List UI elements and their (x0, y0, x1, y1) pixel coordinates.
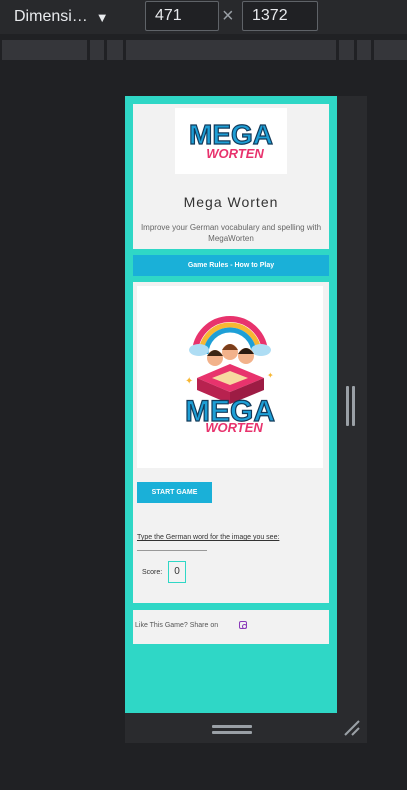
svg-text:WORTEN: WORTEN (206, 146, 264, 161)
answer-input[interactable] (137, 543, 207, 551)
score-label: Score: (142, 569, 163, 576)
bottom-resize-handle[interactable] (212, 725, 252, 735)
svg-text:WORTEN: WORTEN (205, 420, 263, 435)
device-toolbar: Dimensi… ▼ 471 × 1372 (0, 0, 407, 34)
device-select-label: Dimensi… (14, 8, 88, 25)
media-query-segment[interactable] (2, 40, 87, 60)
game-illustration: ✦ ✦ MEGA WORTEN (137, 286, 323, 468)
svg-text:✦: ✦ (185, 376, 193, 387)
device-dimensions-select[interactable]: Dimensi… ▼ (14, 6, 109, 28)
device-viewport: MEGA WORTEN Mega Worten Improve your Ger… (125, 96, 337, 713)
height-input[interactable]: 1372 (242, 1, 318, 31)
score-value: 0 (168, 561, 186, 583)
game-rules-button[interactable]: Game Rules - How to Play (133, 255, 329, 276)
game-card: ✦ ✦ MEGA WORTEN START GAME Type the Germ… (133, 282, 329, 603)
media-query-segment[interactable] (357, 40, 371, 60)
megaworten-logo: MEGA WORTEN (175, 108, 287, 174)
word-prompt: Type the German word for the image you s… (137, 534, 280, 541)
site-title: Mega Worten (183, 194, 279, 210)
header-card: MEGA WORTEN Mega Worten Improve your Ger… (133, 104, 329, 249)
instagram-icon[interactable] (239, 621, 247, 629)
media-query-segment[interactable] (107, 40, 123, 60)
times-icon: × (222, 5, 234, 27)
share-card: Like This Game? Share on (133, 610, 329, 644)
start-game-button[interactable]: START GAME (137, 482, 212, 503)
share-text: Like This Game? Share on (135, 622, 219, 629)
media-query-segment[interactable] (374, 40, 407, 60)
dropdown-arrow-icon: ▼ (95, 9, 109, 25)
corner-resize-handle[interactable] (342, 718, 362, 738)
media-query-bar (0, 36, 407, 64)
media-query-segment[interactable] (339, 40, 354, 60)
right-resize-handle[interactable] (346, 386, 356, 426)
media-query-segment[interactable] (126, 40, 336, 60)
media-query-segment[interactable] (90, 40, 104, 60)
site-description: Improve your German vocabulary and spell… (140, 223, 322, 243)
svg-text:✦: ✦ (267, 371, 274, 380)
width-input[interactable]: 471 (145, 1, 219, 31)
